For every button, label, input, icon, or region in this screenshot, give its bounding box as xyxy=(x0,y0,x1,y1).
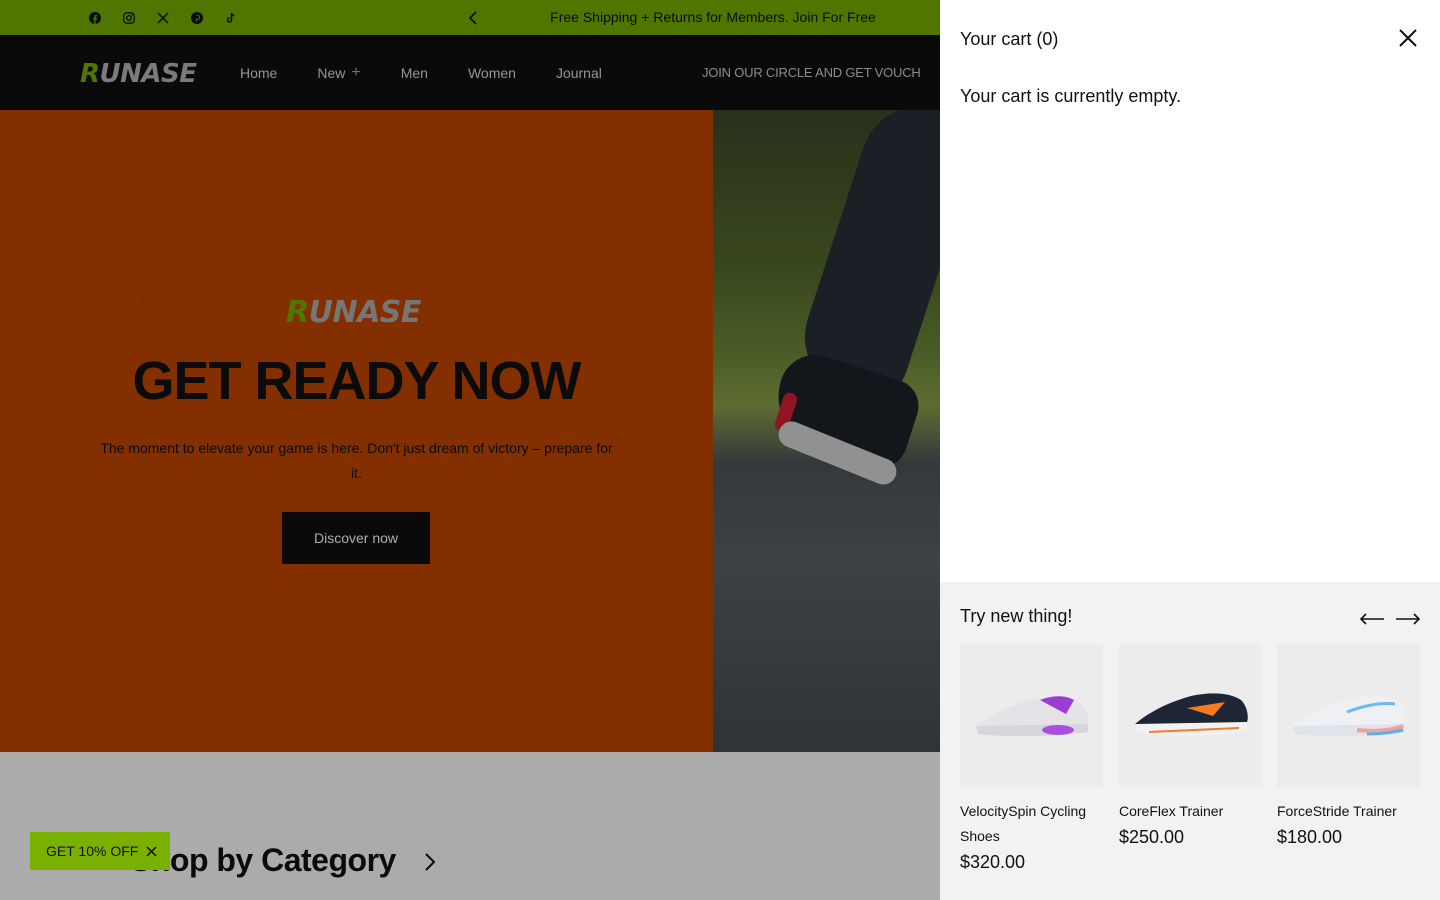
recommendations-prev-button[interactable] xyxy=(1358,610,1386,628)
recommendations: Try new thing! VelocitySpin Cycling Shoe… xyxy=(940,582,1440,900)
discount-label: GET 10% OFF xyxy=(46,843,139,859)
recommendations-next-button[interactable] xyxy=(1394,610,1422,628)
product-name[interactable]: ForceStride Trainer xyxy=(1277,799,1420,824)
arrow-right-icon xyxy=(1396,613,1421,625)
shoe-image-navy xyxy=(1134,692,1248,736)
product-price: $250.00 xyxy=(1119,827,1185,847)
close-cart-button[interactable] xyxy=(1396,26,1420,50)
arrow-left-icon xyxy=(1359,613,1384,625)
product-card[interactable]: ForceStride Trainer $180.00 xyxy=(1277,644,1420,848)
close-icon xyxy=(1399,29,1417,47)
product-price: $320.00 xyxy=(960,852,1026,872)
discount-popup-button[interactable]: GET 10% OFF xyxy=(30,832,170,870)
product-image[interactable] xyxy=(1277,644,1420,787)
cart-title: Your cart (0) xyxy=(960,29,1059,49)
product-image[interactable] xyxy=(960,644,1103,787)
cart-empty-message: Your cart is currently empty. xyxy=(960,86,1182,106)
close-discount-icon[interactable] xyxy=(142,842,160,860)
product-card[interactable]: CoreFlex Trainer $250.00 xyxy=(1119,644,1262,848)
recommendations-title: Try new thing! xyxy=(960,606,1073,626)
shoe-image-white xyxy=(1292,696,1406,736)
product-price: $180.00 xyxy=(1277,827,1343,847)
drawer-backdrop[interactable] xyxy=(0,0,940,900)
product-name[interactable]: CoreFlex Trainer xyxy=(1119,799,1262,824)
product-card[interactable]: VelocitySpin Cycling Shoes $320.00 xyxy=(960,644,1103,873)
cart-drawer: Your cart (0) Your cart is currently emp… xyxy=(940,0,1440,900)
shoe-image-purple xyxy=(975,695,1089,736)
product-image[interactable] xyxy=(1119,644,1262,787)
product-name[interactable]: VelocitySpin Cycling Shoes xyxy=(960,799,1103,849)
